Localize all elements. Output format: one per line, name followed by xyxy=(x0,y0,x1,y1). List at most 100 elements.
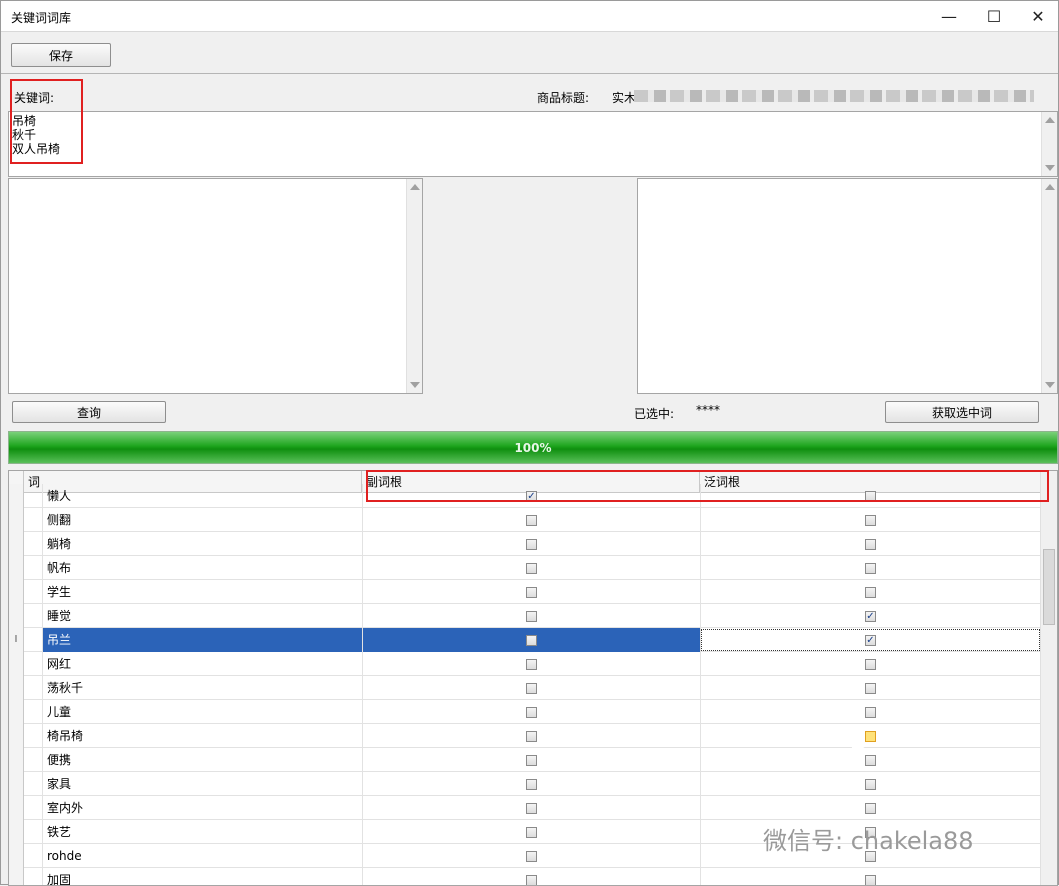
table-row[interactable]: 家具 xyxy=(9,772,1041,796)
scroll-down-icon[interactable] xyxy=(410,382,420,388)
general-root-checkbox[interactable] xyxy=(865,587,876,598)
sub-root-checkbox[interactable] xyxy=(526,683,537,694)
sub-root-checkbox[interactable] xyxy=(526,635,537,646)
table-row[interactable]: 便携 xyxy=(9,748,1041,772)
cell-word[interactable]: 躺椅 xyxy=(42,532,362,556)
row-header[interactable] xyxy=(9,508,24,532)
table-row[interactable]: 躺椅 xyxy=(9,532,1041,556)
cell-sub-root[interactable] xyxy=(362,676,700,700)
cell-word[interactable]: 懒人 xyxy=(42,484,362,508)
general-root-checkbox[interactable] xyxy=(865,563,876,574)
cell-word[interactable]: 网红 xyxy=(42,652,362,676)
general-root-checkbox[interactable] xyxy=(865,707,876,718)
cell-sub-root[interactable] xyxy=(362,724,700,748)
sub-root-checkbox[interactable] xyxy=(526,539,537,550)
row-header[interactable] xyxy=(9,676,24,700)
cell-general-root[interactable] xyxy=(700,508,1041,532)
table-row[interactable]: 网红 xyxy=(9,652,1041,676)
general-root-checkbox[interactable] xyxy=(865,755,876,766)
cell-general-root[interactable] xyxy=(700,868,1041,885)
row-header[interactable] xyxy=(9,868,24,885)
cell-word[interactable]: 家具 xyxy=(42,772,362,796)
cell-word[interactable]: 睡觉 xyxy=(42,604,362,628)
cell-sub-root[interactable] xyxy=(362,700,700,724)
table-scrollbar[interactable] xyxy=(1040,471,1057,885)
cell-sub-root[interactable] xyxy=(362,508,700,532)
sub-root-checkbox[interactable] xyxy=(526,803,537,814)
row-header[interactable] xyxy=(9,796,24,820)
table-row[interactable]: 侧翻 xyxy=(9,508,1041,532)
cell-general-root[interactable] xyxy=(700,580,1041,604)
general-root-checkbox[interactable] xyxy=(865,683,876,694)
save-button[interactable]: 保存 xyxy=(11,43,111,67)
scroll-down-icon[interactable] xyxy=(1045,165,1055,171)
row-header[interactable] xyxy=(9,700,24,724)
keyword-input[interactable]: 吊椅 秋千 双人吊椅 xyxy=(8,111,1058,177)
sub-root-checkbox[interactable] xyxy=(526,851,537,862)
row-header[interactable] xyxy=(9,820,24,844)
general-root-checkbox[interactable] xyxy=(865,515,876,526)
cell-sub-root[interactable] xyxy=(362,796,700,820)
query-button[interactable]: 查询 xyxy=(12,401,166,423)
cell-general-root[interactable] xyxy=(700,796,1041,820)
cell-sub-root[interactable] xyxy=(362,604,700,628)
cell-word[interactable]: 学生 xyxy=(42,580,362,604)
general-root-checkbox[interactable]: ✓ xyxy=(865,611,876,622)
sub-root-checkbox[interactable] xyxy=(526,515,537,526)
row-header[interactable] xyxy=(9,748,24,772)
sub-root-checkbox[interactable] xyxy=(526,707,537,718)
sub-root-checkbox[interactable] xyxy=(526,827,537,838)
cell-sub-root[interactable] xyxy=(362,820,700,844)
general-root-checkbox[interactable] xyxy=(865,731,876,742)
cell-word[interactable]: 铁艺 xyxy=(42,820,362,844)
sub-root-checkbox[interactable] xyxy=(526,611,537,622)
general-root-checkbox[interactable]: ✓ xyxy=(865,635,876,646)
cell-word[interactable]: 椅吊椅 xyxy=(42,724,362,748)
table-row[interactable]: 加固 xyxy=(9,868,1041,885)
row-header[interactable] xyxy=(9,652,24,676)
left-panel-scrollbar[interactable] xyxy=(406,179,422,393)
keyword-input-scrollbar[interactable] xyxy=(1041,112,1057,176)
cell-word[interactable]: 吊兰 xyxy=(42,628,362,652)
row-header[interactable]: I xyxy=(9,628,24,652)
table-row[interactable]: I 吊兰 ✓ xyxy=(9,628,1041,652)
cell-general-root[interactable]: ✓ xyxy=(700,604,1041,628)
cell-sub-root[interactable] xyxy=(362,748,700,772)
right-result-panel[interactable] xyxy=(637,178,1058,394)
row-header[interactable] xyxy=(9,484,24,508)
general-root-checkbox[interactable] xyxy=(865,779,876,790)
sub-root-checkbox[interactable] xyxy=(526,659,537,670)
scroll-up-icon[interactable] xyxy=(1045,117,1055,123)
cell-word[interactable]: 加固 xyxy=(42,868,362,885)
row-header[interactable] xyxy=(9,724,24,748)
row-header[interactable] xyxy=(9,844,24,868)
sub-root-checkbox[interactable] xyxy=(526,875,537,885)
cell-word[interactable]: 室内外 xyxy=(42,796,362,820)
cell-general-root[interactable] xyxy=(700,724,1041,748)
cell-word[interactable]: 侧翻 xyxy=(42,508,362,532)
cell-general-root[interactable] xyxy=(700,748,1041,772)
table-row[interactable]: 睡觉 ✓ xyxy=(9,604,1041,628)
general-root-checkbox[interactable] xyxy=(865,659,876,670)
row-header[interactable] xyxy=(9,772,24,796)
cell-general-root[interactable] xyxy=(700,676,1041,700)
cell-word[interactable]: 儿童 xyxy=(42,700,362,724)
cell-sub-root[interactable] xyxy=(362,652,700,676)
table-row[interactable]: 荡秋千 xyxy=(9,676,1041,700)
cell-sub-root[interactable] xyxy=(362,580,700,604)
general-root-checkbox[interactable] xyxy=(865,803,876,814)
cell-general-root[interactable] xyxy=(700,652,1041,676)
cell-general-root[interactable] xyxy=(700,772,1041,796)
minimize-button[interactable]: — xyxy=(926,1,972,32)
table-row[interactable]: 儿童 xyxy=(9,700,1041,724)
close-button[interactable]: ✕ xyxy=(1015,1,1059,32)
cell-general-root[interactable] xyxy=(700,700,1041,724)
row-header[interactable] xyxy=(9,604,24,628)
cell-general-root[interactable]: ✓ xyxy=(700,628,1041,652)
cell-general-root[interactable] xyxy=(700,556,1041,580)
sub-root-checkbox[interactable] xyxy=(526,563,537,574)
table-row[interactable]: 椅吊椅 xyxy=(9,724,1041,748)
sub-root-checkbox[interactable] xyxy=(526,779,537,790)
scroll-down-icon[interactable] xyxy=(1045,382,1055,388)
row-header[interactable] xyxy=(9,556,24,580)
